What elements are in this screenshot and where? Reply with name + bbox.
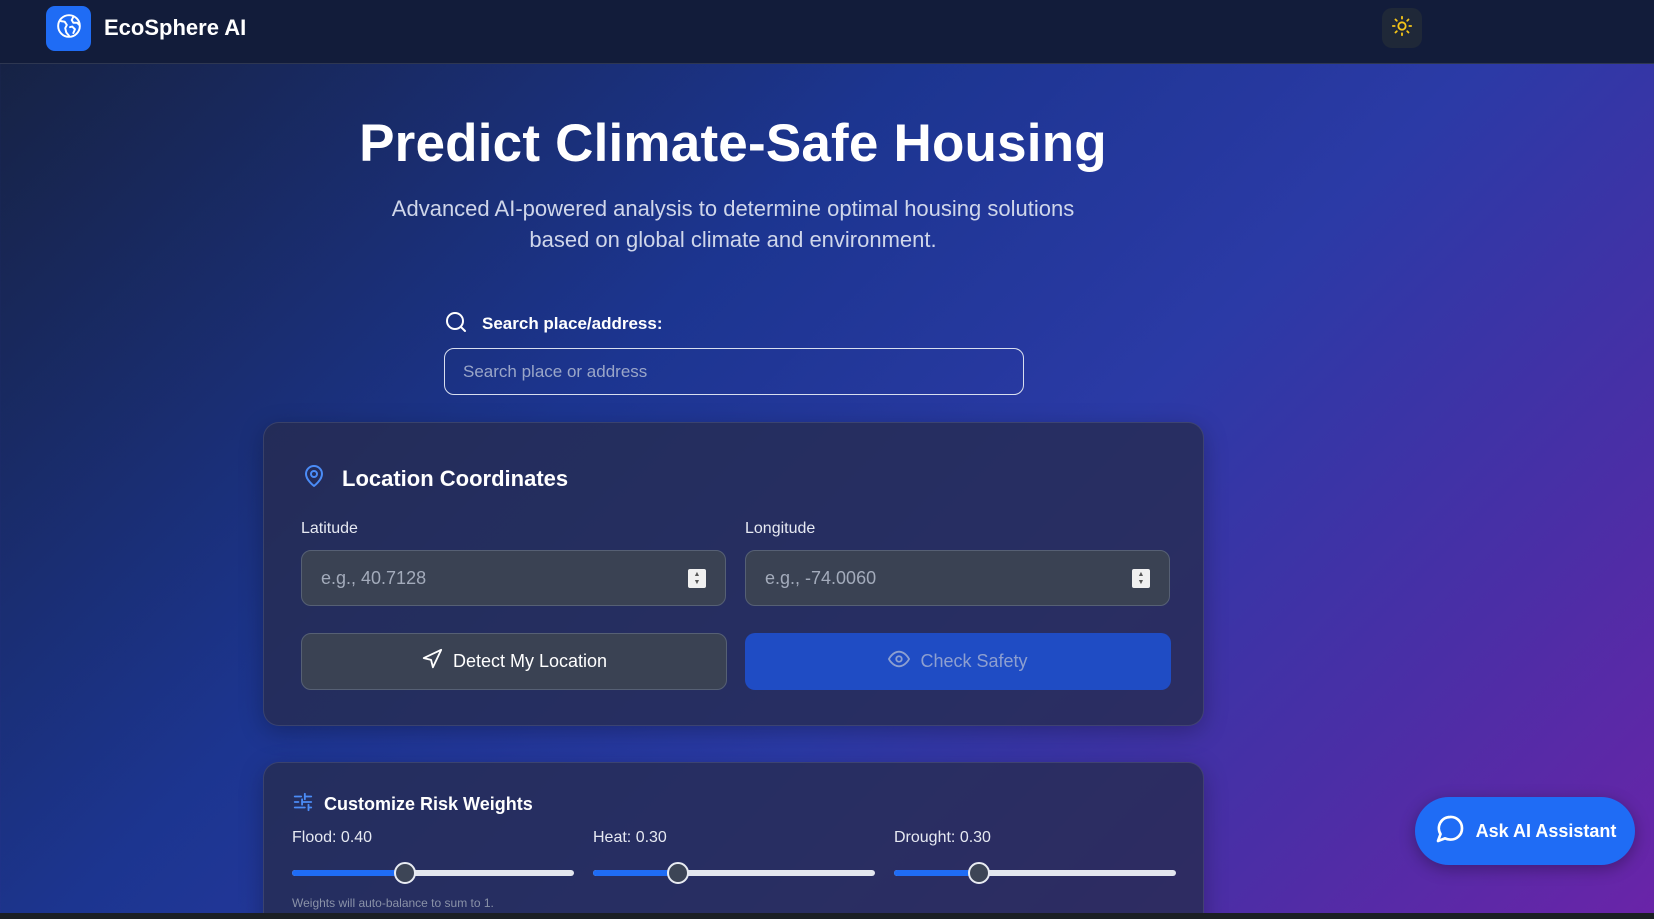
longitude-input[interactable] <box>746 551 1169 605</box>
eye-icon <box>888 648 911 675</box>
weights-title: Customize Risk Weights <box>324 794 533 814</box>
check-safety-label: Check Safety <box>920 651 1028 671</box>
longitude-stepper[interactable]: ▲ ▼ <box>1132 569 1150 588</box>
drought-label: Drought: 0.30 <box>894 829 991 846</box>
slider-thumb[interactable] <box>666 862 689 884</box>
weights-note: Weights will auto-balance to sum to 1. <box>292 896 494 910</box>
theme-toggle-button[interactable] <box>1382 8 1422 48</box>
detect-location-label: Detect My Location <box>452 651 608 671</box>
weights-header: Customize Risk Weights <box>292 791 533 818</box>
longitude-field: ▲▼ <box>745 550 1170 606</box>
heat-label: Heat: 0.30 <box>593 829 667 846</box>
top-navbar: EcoSphere AI <box>0 0 1654 64</box>
drought-slider[interactable] <box>894 862 1176 884</box>
latitude-label: Latitude <box>301 520 358 537</box>
ask-ai-assistant-button[interactable]: Ask AI Assistant <box>1415 797 1635 865</box>
navigation-arrow-icon <box>421 648 443 675</box>
sliders-icon <box>292 791 314 818</box>
longitude-label: Longitude <box>745 520 816 537</box>
page-subtitle: Advanced AI-powered analysis to determin… <box>391 196 1075 252</box>
slider-fill <box>894 870 979 876</box>
search-label: Search place/address: <box>482 314 663 333</box>
check-safety-button[interactable]: Check Safety <box>745 633 1171 690</box>
risk-weights-card: Customize Risk Weights Flood: 0.40 Heat:… <box>263 762 1204 919</box>
map-pin-icon <box>302 463 326 494</box>
search-input[interactable] <box>444 348 1024 395</box>
flood-label: Flood: 0.40 <box>292 829 373 846</box>
heat-slider[interactable] <box>593 862 875 884</box>
slider-fill <box>593 870 678 876</box>
brand-name[interactable]: EcoSphere AI <box>104 15 246 41</box>
slider-fill <box>292 870 405 876</box>
search-icon <box>444 310 468 339</box>
card-header: Location Coordinates <box>302 463 568 494</box>
ask-ai-assistant-label: Ask AI Assistant <box>1475 820 1617 841</box>
flood-slider[interactable] <box>292 862 574 884</box>
slider-thumb[interactable] <box>393 862 416 884</box>
detect-location-button[interactable]: Detect My Location <box>301 633 727 690</box>
bottom-edge-bar <box>0 913 1654 919</box>
latitude-stepper[interactable]: ▲ ▼ <box>688 569 706 588</box>
latitude-input[interactable] <box>302 551 725 605</box>
card-title: Location Coordinates <box>342 465 569 491</box>
globe-icon <box>56 13 82 44</box>
chat-bubble-icon <box>1434 813 1466 850</box>
sun-icon <box>1391 15 1413 42</box>
slider-thumb[interactable] <box>967 862 990 884</box>
logo[interactable] <box>46 6 91 51</box>
search-label-row: Search place/address: <box>444 310 662 338</box>
page-title: Predict Climate-Safe Housing <box>359 114 1107 173</box>
latitude-field: ▲▼ <box>301 550 726 606</box>
location-coordinates-card: Location Coordinates Latitude ▲▼ Longitu… <box>263 422 1204 726</box>
